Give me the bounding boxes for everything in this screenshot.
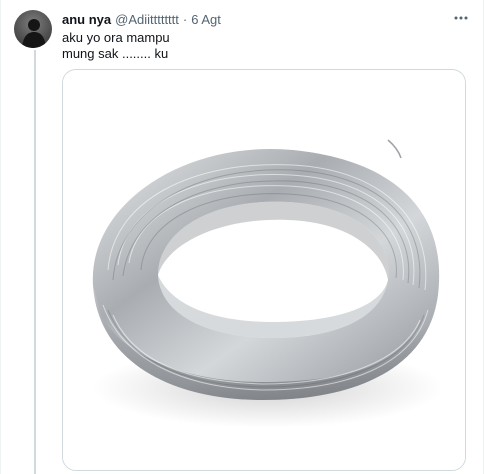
tweet-text-line: mung sak ........ ku bbox=[62, 46, 169, 61]
user-handle[interactable]: @Adiitttttttt bbox=[115, 12, 179, 27]
tweet-text-line: aku yo ora mampu bbox=[62, 30, 170, 45]
avatar-silhouette-icon bbox=[14, 10, 52, 48]
avatar[interactable] bbox=[14, 10, 52, 48]
tweet-text: aku yo ora mampu mung sak ........ ku bbox=[62, 30, 170, 62]
more-options-button[interactable] bbox=[450, 8, 472, 28]
separator-dot: · bbox=[182, 11, 188, 27]
thread-connector-line bbox=[34, 50, 36, 474]
more-horizontal-icon bbox=[454, 16, 468, 20]
wire-coil-image bbox=[63, 70, 465, 470]
tweet-media-image[interactable] bbox=[62, 69, 466, 471]
display-name[interactable]: anu nya bbox=[62, 12, 111, 27]
tweet-header: anu nya @Adiitttttttt · 6 Agt bbox=[62, 10, 221, 28]
tweet-timestamp[interactable]: 6 Agt bbox=[191, 12, 221, 27]
